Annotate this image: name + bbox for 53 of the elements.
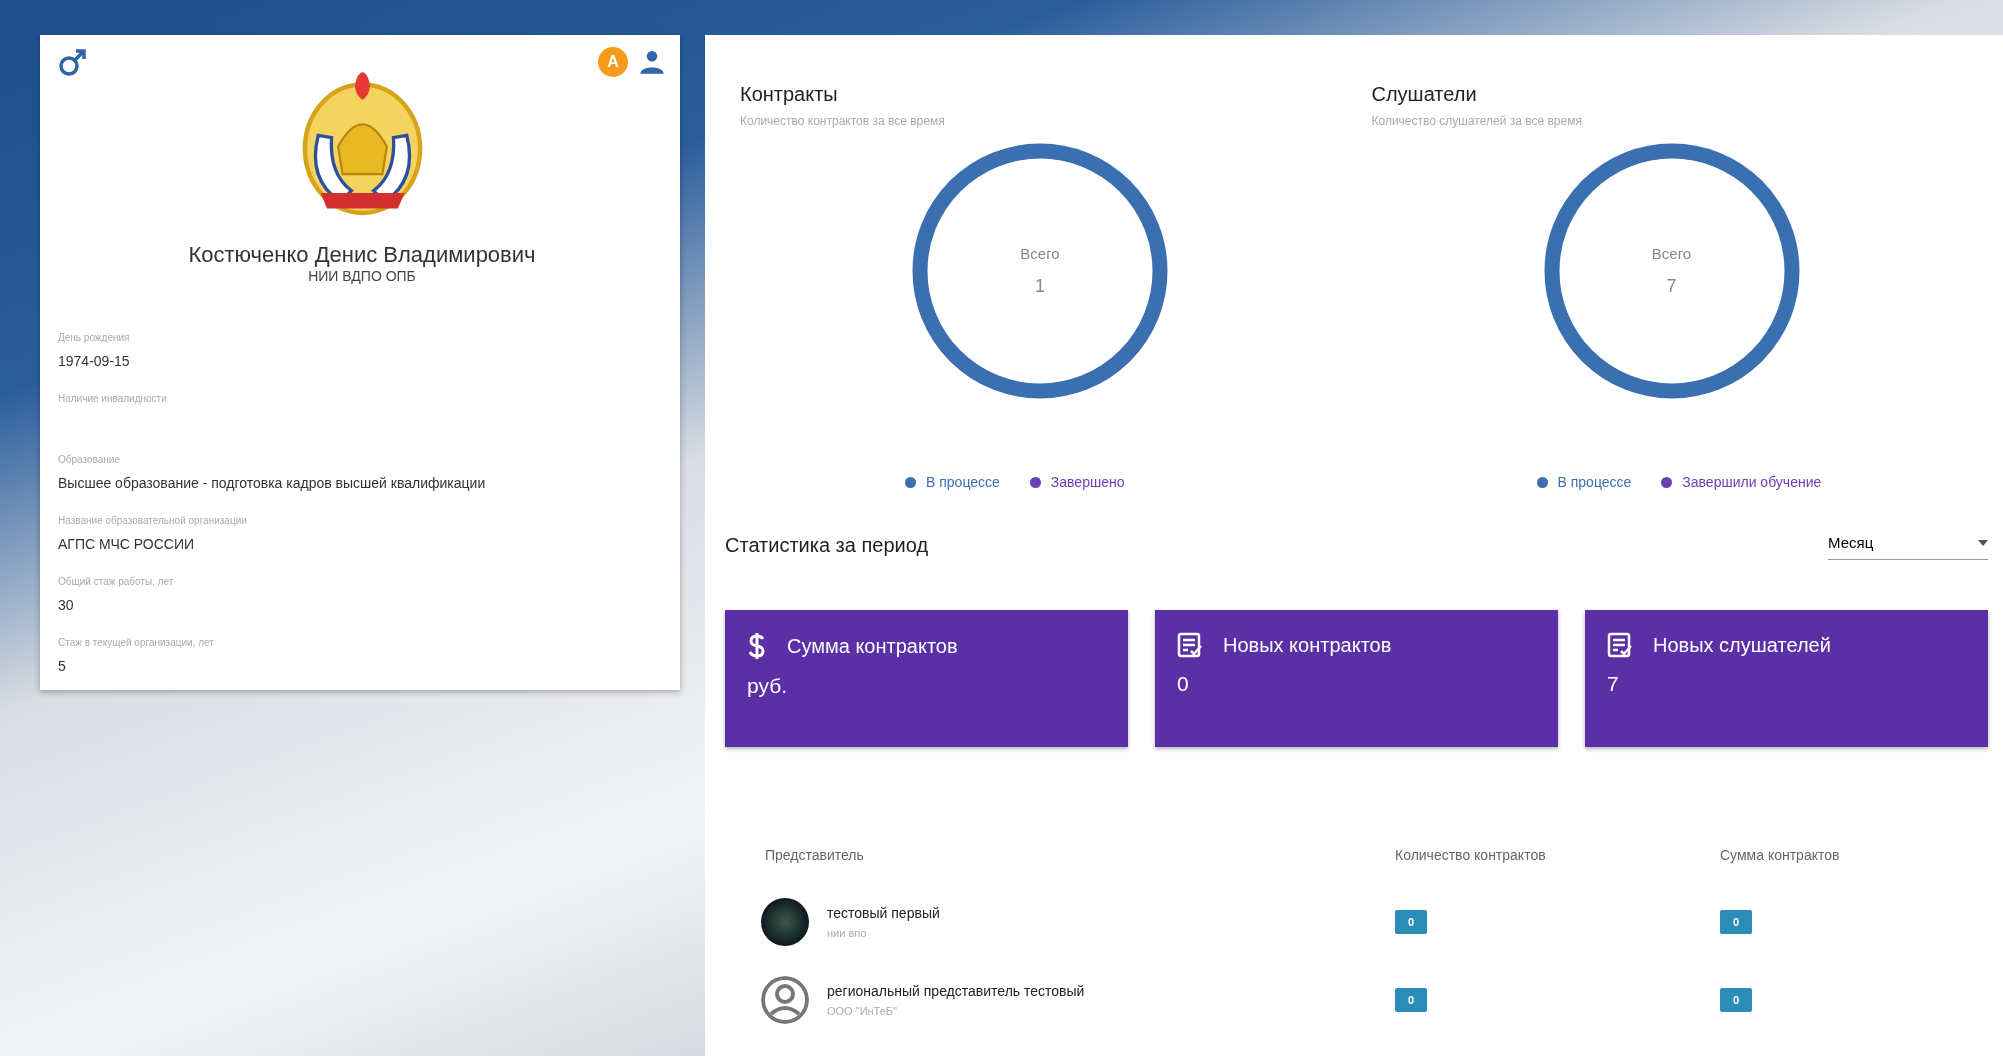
stat-value: 7 <box>1607 672 1620 696</box>
field-value: Высшее образование - подготовка кадров высшей квалификации <box>58 475 487 491</box>
stat-value: 0 <box>1177 672 1190 696</box>
column-header: Сумма контрактов <box>1720 847 1841 863</box>
avatar-photo-placeholder <box>761 898 809 946</box>
representative-organization: нии впо <box>827 927 868 939</box>
user-icon[interactable] <box>638 48 666 76</box>
total-value: 1 <box>1035 276 1045 297</box>
total-label: Всего <box>1020 245 1060 262</box>
column-header: Количество контрактов <box>1395 847 1547 863</box>
badge: A <box>598 47 628 77</box>
field-value: АГПС МЧС РОССИИ <box>58 536 196 552</box>
column-header: Представитель <box>765 847 865 863</box>
section-title: Статистика за период <box>725 533 929 557</box>
field-value: 30 <box>58 597 75 613</box>
stat-value: руб. <box>747 674 789 698</box>
stat-title: Сумма контрактов <box>787 634 958 658</box>
field-label: День рождения <box>58 332 131 343</box>
total-label: Всего <box>1651 245 1692 262</box>
total-value: 7 <box>1666 276 1677 297</box>
chart-subtitle: Количество слушателей за все время <box>1371 114 1583 128</box>
field-label: Общий стаж работы, лет <box>58 576 175 587</box>
stat-title: Новых слушателей <box>1653 633 1831 657</box>
legend-label[interactable]: В процессе <box>926 474 1000 490</box>
representative-name: региональный представитель тестовый <box>827 983 1085 999</box>
avatar-silhouette-icon <box>761 976 809 1024</box>
dollar-icon <box>747 632 767 660</box>
field-label: Название образовательной организации <box>58 515 248 526</box>
person-name: Костюченко Денис Владимирович <box>187 242 537 268</box>
organization-name: НИИ ВДПО ОПБ <box>307 268 417 284</box>
legend-label[interactable]: Завершено <box>1050 474 1125 490</box>
representative-organization: ООО "ИнТеБ" <box>827 1005 898 1017</box>
field-label: Образование <box>58 454 121 465</box>
sum-badge: 0 <box>1720 988 1753 1012</box>
count-badge: 0 <box>1395 910 1428 934</box>
checklist-icon <box>1177 632 1203 658</box>
sum-badge: 0 <box>1720 910 1753 934</box>
male-symbol-icon <box>58 47 88 77</box>
field-label: Стаж в текущей организации, лет <box>58 637 215 648</box>
chart-title: Слушатели <box>1371 83 1478 106</box>
field-label: Наличие инвалидности <box>58 393 168 404</box>
count-badge: 0 <box>1395 988 1428 1012</box>
field-value: 5 <box>58 658 67 674</box>
chart-subtitle: Количество контрактов за все время <box>740 114 946 128</box>
legend-label[interactable]: В процессе <box>1557 474 1632 490</box>
legend-label[interactable]: Завершили обучение <box>1682 474 1822 490</box>
checklist-icon <box>1607 632 1633 658</box>
representative-name: тестовый первый <box>827 905 940 921</box>
field-value: 1974-09-15 <box>58 353 131 369</box>
chart-title: Контракты <box>740 83 839 106</box>
period-select[interactable]: Месяц <box>1828 530 1988 560</box>
dropdown-caret-icon <box>1978 539 1988 546</box>
stat-title: Новых контрактов <box>1223 633 1392 657</box>
